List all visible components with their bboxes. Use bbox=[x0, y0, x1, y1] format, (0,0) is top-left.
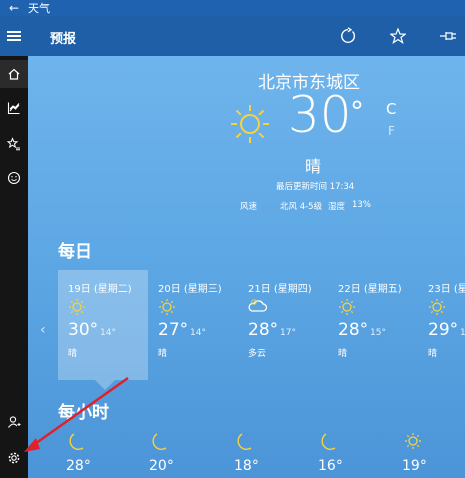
day-label: 21日 (星期四) bbox=[248, 284, 312, 295]
hour-temp: 19° bbox=[402, 458, 427, 474]
day-label: 20日 (星期三) bbox=[158, 284, 222, 295]
wind-value: 北风 4-5级 bbox=[280, 202, 323, 212]
day-condition: 晴 bbox=[428, 349, 438, 359]
smiley-icon bbox=[7, 171, 21, 185]
day-card[interactable]: 19日 (星期二) 30° 14° 晴 bbox=[58, 270, 148, 380]
moon-icon bbox=[68, 432, 86, 456]
day-high: 27° bbox=[158, 320, 189, 340]
app-name: 天气 bbox=[28, 2, 50, 15]
day-condition: 晴 bbox=[338, 349, 348, 359]
current-temperature: 30 bbox=[288, 86, 352, 144]
star-list-icon bbox=[7, 137, 20, 151]
day-card[interactable]: 21日 (星期四) 28° 17° 多云 bbox=[238, 270, 328, 380]
daily-title: 每日 bbox=[58, 242, 92, 262]
moon-icon bbox=[320, 432, 338, 456]
day-low: 14° bbox=[100, 328, 116, 338]
selection-pointer bbox=[95, 380, 115, 390]
sidebar-item-account[interactable] bbox=[0, 408, 28, 436]
cloud-icon bbox=[248, 298, 268, 317]
day-low: 14° bbox=[190, 328, 206, 338]
humidity-value: 13% bbox=[352, 200, 371, 210]
day-low: 15° bbox=[370, 328, 386, 338]
sun-icon bbox=[428, 298, 446, 319]
chevron-left-icon[interactable]: ‹ bbox=[40, 322, 46, 338]
degree-symbol: ° bbox=[350, 95, 364, 128]
sidebar bbox=[0, 56, 28, 478]
top-bar: 预报 bbox=[0, 16, 465, 56]
day-high: 28° bbox=[338, 320, 369, 340]
unit-celsius[interactable]: C bbox=[386, 100, 396, 118]
hour-temp: 16° bbox=[318, 458, 343, 474]
unit-fahrenheit[interactable]: F bbox=[388, 124, 395, 138]
hamburger-icon bbox=[7, 35, 21, 37]
day-low: 1 bbox=[460, 328, 465, 338]
sun-icon bbox=[338, 298, 356, 319]
sidebar-item-feedback[interactable] bbox=[0, 164, 28, 192]
day-low: 17° bbox=[280, 328, 296, 338]
chart-icon bbox=[7, 102, 20, 115]
current-condition: 晴 bbox=[305, 157, 322, 176]
day-condition: 多云 bbox=[248, 349, 267, 359]
day-label: 19日 (星期二) bbox=[68, 284, 132, 295]
day-high: 28° bbox=[248, 320, 279, 340]
last-updated: 最后更新时间 17:34 bbox=[276, 182, 355, 192]
humidity-label: 湿度 bbox=[328, 202, 346, 212]
hour-temp: 28° bbox=[66, 458, 91, 474]
hour-temp: 20° bbox=[149, 458, 174, 474]
moon-icon bbox=[236, 432, 254, 456]
refresh-icon bbox=[341, 27, 356, 43]
page-title: 预报 bbox=[50, 32, 77, 47]
sun-icon bbox=[228, 102, 272, 150]
wind-label: 风速 bbox=[240, 202, 258, 212]
gear-icon bbox=[8, 452, 20, 464]
day-condition: 晴 bbox=[68, 349, 78, 359]
hour-temp: 18° bbox=[234, 458, 259, 474]
day-card[interactable]: 23日 (星期 29° 1 晴 bbox=[418, 270, 465, 380]
hourly-title: 每小时 bbox=[58, 403, 109, 423]
star-icon bbox=[390, 28, 406, 44]
day-label: 23日 (星期 bbox=[428, 284, 465, 295]
sidebar-item-charts[interactable] bbox=[0, 94, 28, 122]
day-card[interactable]: 20日 (星期三) 27° 14° 晴 bbox=[148, 270, 238, 380]
refresh-button[interactable] bbox=[336, 24, 360, 48]
favorite-button[interactable] bbox=[386, 24, 410, 48]
sidebar-item-home[interactable] bbox=[0, 60, 28, 88]
sun-icon bbox=[68, 298, 86, 319]
title-bar: ← 天气 bbox=[0, 0, 465, 16]
sidebar-item-settings[interactable] bbox=[0, 444, 28, 472]
pin-icon bbox=[440, 32, 456, 40]
day-card[interactable]: 22日 (星期五) 28° 15° 晴 bbox=[328, 270, 418, 380]
menu-button[interactable] bbox=[0, 16, 28, 56]
day-condition: 晴 bbox=[158, 349, 168, 359]
day-high: 29° bbox=[428, 320, 459, 340]
day-high: 30° bbox=[68, 320, 99, 340]
account-icon bbox=[8, 416, 21, 428]
sun-icon bbox=[404, 432, 422, 454]
sun-icon bbox=[158, 298, 176, 319]
day-label: 22日 (星期五) bbox=[338, 284, 402, 295]
home-icon bbox=[8, 68, 20, 80]
pin-button[interactable] bbox=[436, 24, 460, 48]
moon-icon bbox=[151, 432, 169, 456]
sidebar-item-favorites[interactable] bbox=[0, 130, 28, 158]
back-button[interactable]: ← bbox=[0, 1, 28, 15]
